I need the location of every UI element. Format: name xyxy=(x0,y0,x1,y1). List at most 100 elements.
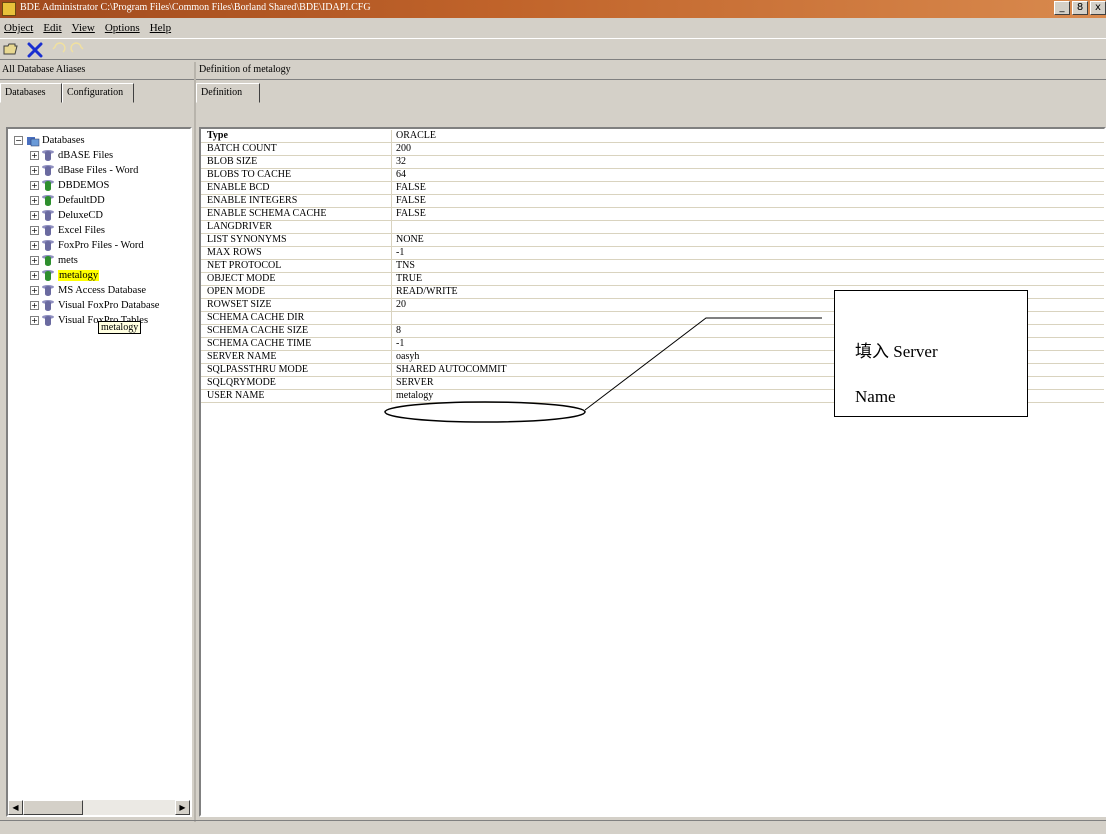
menu-options[interactable]: Options xyxy=(105,22,140,34)
tree-item[interactable]: + dBASE Files xyxy=(30,148,113,163)
tree-item[interactable]: + dBase Files - Word xyxy=(30,163,138,178)
definition-key: MAX ROWS xyxy=(207,247,262,258)
expand-icon[interactable]: + xyxy=(30,166,39,175)
minimize-button[interactable]: _ xyxy=(1054,1,1070,15)
definition-row[interactable]: Type ORACLE xyxy=(201,130,1104,143)
definition-value[interactable]: metalogy xyxy=(391,390,433,403)
database-icon xyxy=(42,254,54,267)
menu-help[interactable]: Help xyxy=(150,22,171,34)
definition-value[interactable]: FALSE xyxy=(391,182,426,195)
window-controls: _ 8 x xyxy=(1054,1,1106,15)
definition-value[interactable]: -1 xyxy=(391,247,404,260)
definition-value[interactable]: 64 xyxy=(391,169,406,182)
tree-item[interactable]: + DefaultDD xyxy=(30,193,105,208)
scroll-thumb[interactable] xyxy=(23,800,83,815)
undo-icon[interactable] xyxy=(50,42,68,58)
tab-databases[interactable]: Databases xyxy=(0,83,62,103)
definition-value[interactable]: READ/WRITE xyxy=(391,286,458,299)
expand-icon[interactable]: + xyxy=(30,151,39,160)
tree-item[interactable]: + mets xyxy=(30,253,78,268)
definition-value[interactable]: 20 xyxy=(391,299,406,312)
definition-value[interactable]: FALSE xyxy=(391,195,426,208)
tree-item[interactable]: + FoxPro Files - Word xyxy=(30,238,144,253)
definition-row[interactable]: BLOBS TO CACHE 64 xyxy=(201,169,1104,182)
definition-value[interactable]: 8 xyxy=(391,325,401,338)
tab-configuration[interactable]: Configuration xyxy=(62,83,134,103)
menu-object[interactable]: Object xyxy=(4,22,33,34)
open-icon[interactable] xyxy=(2,42,20,58)
tree-item-label: metalogy xyxy=(58,270,100,281)
definition-value[interactable]: SHARED AUTOCOMMIT xyxy=(391,364,507,377)
pane-splitter[interactable] xyxy=(194,62,196,822)
definition-value[interactable]: 32 xyxy=(391,156,406,169)
tree-item[interactable]: + DBDEMOS xyxy=(30,178,109,193)
expand-icon[interactable]: + xyxy=(30,211,39,220)
tree-item-label: dBase Files - Word xyxy=(58,165,139,176)
definition-row[interactable]: BATCH COUNT 200 xyxy=(201,143,1104,156)
tree-item-label: Visual FoxPro Database xyxy=(58,300,160,311)
definition-row[interactable]: LIST SYNONYMS NONE xyxy=(201,234,1104,247)
definition-row[interactable]: ENABLE BCD FALSE xyxy=(201,182,1104,195)
tree-item[interactable]: + Visual FoxPro Database xyxy=(30,298,159,313)
scroll-right-icon[interactable]: ▶ xyxy=(175,800,190,815)
tree-horizontal-scrollbar[interactable]: ◀ ▶ xyxy=(8,800,190,815)
tree-item[interactable]: + MS Access Database xyxy=(30,283,146,298)
expand-icon[interactable]: + xyxy=(30,181,39,190)
database-icon xyxy=(42,269,54,282)
definition-value[interactable]: -1 xyxy=(391,338,404,351)
right-pane-header: Definition of metalogy xyxy=(196,62,1106,80)
expand-icon[interactable]: + xyxy=(30,196,39,205)
definition-key: BLOB SIZE xyxy=(207,156,258,167)
definition-value[interactable]: ORACLE xyxy=(391,130,436,143)
expand-icon[interactable]: + xyxy=(30,241,39,250)
definition-value[interactable]: FALSE xyxy=(391,208,426,221)
definition-row[interactable]: ENABLE INTEGERS FALSE xyxy=(201,195,1104,208)
definition-value[interactable]: TNS xyxy=(391,260,415,273)
close-button[interactable]: x xyxy=(1090,1,1106,15)
menu-edit[interactable]: Edit xyxy=(43,22,61,34)
menu-view[interactable]: View xyxy=(72,22,95,34)
tree-item[interactable]: + Excel Files xyxy=(30,223,105,238)
database-tree[interactable]: − Databases + dBASE Files + dBase Files - W… xyxy=(6,127,192,817)
expand-icon[interactable]: + xyxy=(30,316,39,325)
definition-grid: Type ORACLE BATCH COUNT 200 BLOB SIZE 32 BLOBS… xyxy=(199,127,1106,817)
definition-value[interactable]: 200 xyxy=(391,143,411,156)
tree-item-label: Excel Files xyxy=(58,225,105,236)
expand-icon[interactable]: + xyxy=(30,286,39,295)
expand-icon[interactable]: + xyxy=(30,226,39,235)
scroll-left-icon[interactable]: ◀ xyxy=(8,800,23,815)
definition-value[interactable]: TRUE xyxy=(391,273,422,286)
redo-icon[interactable] xyxy=(68,42,86,58)
maximize-button[interactable]: 8 xyxy=(1072,1,1088,15)
tree-item[interactable]: + metalogy xyxy=(30,268,100,283)
database-icon xyxy=(42,194,54,207)
tree-item-label: DBDEMOS xyxy=(58,180,110,191)
definition-value[interactable] xyxy=(391,221,396,234)
definition-value[interactable] xyxy=(391,312,396,325)
definition-value[interactable]: SERVER xyxy=(391,377,434,390)
tab-definition[interactable]: Definition xyxy=(196,83,260,103)
definition-row[interactable]: LANGDRIVER xyxy=(201,221,1104,234)
expand-icon[interactable]: + xyxy=(30,256,39,265)
app-icon xyxy=(2,2,16,16)
definition-row[interactable]: BLOB SIZE 32 xyxy=(201,156,1104,169)
tree-root[interactable]: − Databases xyxy=(14,133,85,148)
definition-value[interactable]: oasyh xyxy=(391,351,419,364)
definition-row[interactable]: OBJECT MODE TRUE xyxy=(201,273,1104,286)
definition-key: SCHEMA CACHE DIR xyxy=(207,312,305,323)
expand-icon[interactable]: + xyxy=(30,271,39,280)
window-title: BDE Administrator C:\Program Files\Commo… xyxy=(20,2,371,13)
definition-key: ROWSET SIZE xyxy=(207,299,272,310)
definition-key: SCHEMA CACHE TIME xyxy=(207,338,312,349)
tree-item[interactable]: + DeluxeCD xyxy=(30,208,103,223)
expand-icon[interactable]: + xyxy=(30,301,39,310)
database-icon xyxy=(42,209,54,222)
definition-key: LANGDRIVER xyxy=(207,221,272,232)
collapse-icon[interactable]: − xyxy=(14,136,23,145)
definition-row[interactable]: ENABLE SCHEMA CACHE FALSE xyxy=(201,208,1104,221)
delete-icon[interactable] xyxy=(26,42,44,58)
definition-value[interactable]: NONE xyxy=(391,234,424,247)
definition-row[interactable]: MAX ROWS -1 xyxy=(201,247,1104,260)
definition-row[interactable]: NET PROTOCOL TNS xyxy=(201,260,1104,273)
toolbar xyxy=(0,38,1106,60)
